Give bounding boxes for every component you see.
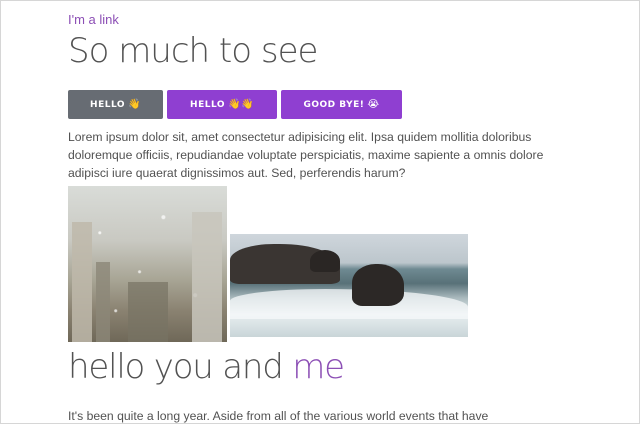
ocean-rocks-image bbox=[230, 234, 468, 337]
main-content: I'm a link So much to see HELLO 👋 HELLO … bbox=[68, 9, 548, 423]
building-shape bbox=[128, 282, 168, 342]
page-title: So much to see bbox=[68, 31, 318, 71]
hello-button-label: HELLO bbox=[90, 99, 126, 110]
rock-shape bbox=[352, 264, 404, 306]
section-heading: hello you and me bbox=[68, 347, 548, 387]
rainy-window-image bbox=[68, 186, 227, 342]
wave-foam bbox=[230, 289, 468, 319]
good-bye-label: GOOD BYE! bbox=[303, 99, 365, 110]
building-shape bbox=[96, 262, 110, 342]
image-gallery bbox=[68, 186, 548, 342]
building-shape bbox=[72, 222, 92, 342]
rock-shape bbox=[310, 250, 340, 272]
button-row: HELLO 👋 HELLO 👋👋 GOOD BYE! 😭 bbox=[68, 90, 548, 119]
section-heading-accent: me bbox=[292, 347, 345, 387]
building-shape bbox=[192, 212, 222, 342]
good-bye-button[interactable]: GOOD BYE! 😭 bbox=[281, 90, 402, 119]
section-paragraph: It's been quite a long year. Aside from … bbox=[68, 409, 489, 423]
hello-double-wave-button[interactable]: HELLO 👋👋 bbox=[167, 90, 277, 119]
wave-icon: 👋 bbox=[128, 98, 141, 110]
page-frame: I'm a link So much to see HELLO 👋 HELLO … bbox=[0, 0, 640, 424]
top-link[interactable]: I'm a link bbox=[68, 12, 119, 27]
intro-paragraph: Lorem ipsum dolor sit, amet consectetur … bbox=[68, 130, 544, 180]
hello-button[interactable]: HELLO 👋 bbox=[68, 90, 163, 119]
crying-face-icon: 😭 bbox=[367, 98, 380, 110]
hello-double-wave-label: HELLO bbox=[190, 99, 226, 110]
section-heading-text: hello you and bbox=[68, 347, 293, 387]
double-wave-icon: 👋👋 bbox=[228, 98, 254, 110]
